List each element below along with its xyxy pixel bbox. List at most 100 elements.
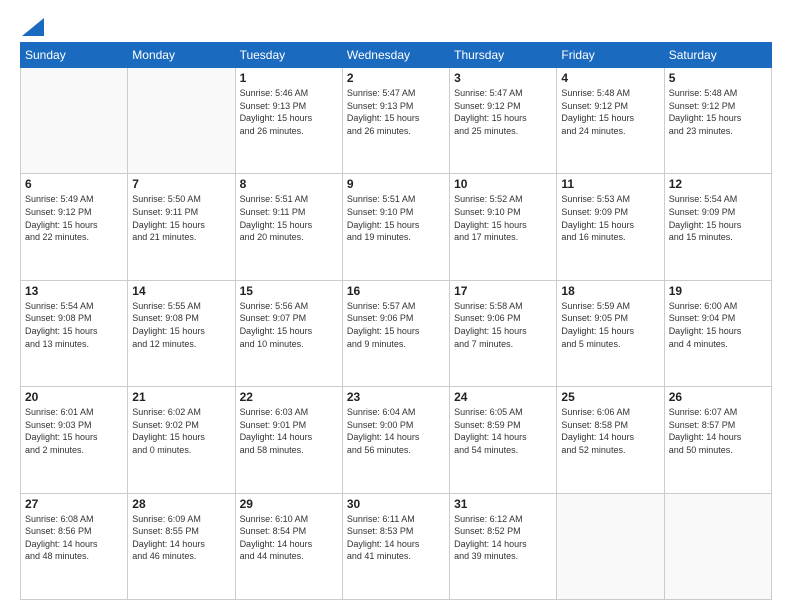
day-number: 3 (454, 71, 552, 85)
day-number: 8 (240, 177, 338, 191)
day-number: 28 (132, 497, 230, 511)
calendar-week-row: 1 Sunrise: 5:46 AM Sunset: 9:13 PM Daylig… (21, 68, 772, 174)
day-number: 10 (454, 177, 552, 191)
day-info: Sunrise: 5:52 AM Sunset: 9:10 PM Dayligh… (454, 193, 552, 243)
calendar-week-row: 6 Sunrise: 5:49 AM Sunset: 9:12 PM Daylig… (21, 174, 772, 280)
calendar-cell: 26 Sunrise: 6:07 AM Sunset: 8:57 PM Dayli… (664, 387, 771, 493)
day-info: Sunrise: 6:12 AM Sunset: 8:52 PM Dayligh… (454, 513, 552, 563)
day-info: Sunrise: 5:46 AM Sunset: 9:13 PM Dayligh… (240, 87, 338, 137)
day-info: Sunrise: 5:58 AM Sunset: 9:06 PM Dayligh… (454, 300, 552, 350)
day-info: Sunrise: 5:49 AM Sunset: 9:12 PM Dayligh… (25, 193, 123, 243)
calendar-cell: 7 Sunrise: 5:50 AM Sunset: 9:11 PM Daylig… (128, 174, 235, 280)
day-number: 4 (561, 71, 659, 85)
calendar-cell: 13 Sunrise: 5:54 AM Sunset: 9:08 PM Dayli… (21, 280, 128, 386)
header (20, 18, 772, 32)
calendar-cell: 17 Sunrise: 5:58 AM Sunset: 9:06 PM Dayli… (450, 280, 557, 386)
day-number: 29 (240, 497, 338, 511)
calendar-day-header: Saturday (664, 43, 771, 68)
day-number: 18 (561, 284, 659, 298)
day-number: 25 (561, 390, 659, 404)
day-info: Sunrise: 5:53 AM Sunset: 9:09 PM Dayligh… (561, 193, 659, 243)
calendar-day-header: Monday (128, 43, 235, 68)
calendar-cell (557, 493, 664, 599)
calendar-cell: 11 Sunrise: 5:53 AM Sunset: 9:09 PM Dayli… (557, 174, 664, 280)
calendar-cell (664, 493, 771, 599)
calendar-cell: 2 Sunrise: 5:47 AM Sunset: 9:13 PM Daylig… (342, 68, 449, 174)
calendar-cell: 30 Sunrise: 6:11 AM Sunset: 8:53 PM Dayli… (342, 493, 449, 599)
day-info: Sunrise: 5:47 AM Sunset: 9:12 PM Dayligh… (454, 87, 552, 137)
calendar-week-row: 20 Sunrise: 6:01 AM Sunset: 9:03 PM Dayli… (21, 387, 772, 493)
day-number: 26 (669, 390, 767, 404)
calendar-day-header: Tuesday (235, 43, 342, 68)
day-info: Sunrise: 6:11 AM Sunset: 8:53 PM Dayligh… (347, 513, 445, 563)
day-number: 24 (454, 390, 552, 404)
day-number: 16 (347, 284, 445, 298)
day-info: Sunrise: 5:54 AM Sunset: 9:08 PM Dayligh… (25, 300, 123, 350)
day-number: 12 (669, 177, 767, 191)
day-info: Sunrise: 5:51 AM Sunset: 9:11 PM Dayligh… (240, 193, 338, 243)
calendar-day-header: Thursday (450, 43, 557, 68)
day-number: 5 (669, 71, 767, 85)
day-info: Sunrise: 5:51 AM Sunset: 9:10 PM Dayligh… (347, 193, 445, 243)
day-number: 11 (561, 177, 659, 191)
day-info: Sunrise: 6:01 AM Sunset: 9:03 PM Dayligh… (25, 406, 123, 456)
calendar-cell: 28 Sunrise: 6:09 AM Sunset: 8:55 PM Dayli… (128, 493, 235, 599)
calendar-cell: 8 Sunrise: 5:51 AM Sunset: 9:11 PM Daylig… (235, 174, 342, 280)
calendar-cell: 18 Sunrise: 5:59 AM Sunset: 9:05 PM Dayli… (557, 280, 664, 386)
calendar-cell: 29 Sunrise: 6:10 AM Sunset: 8:54 PM Dayli… (235, 493, 342, 599)
day-number: 31 (454, 497, 552, 511)
calendar-cell: 1 Sunrise: 5:46 AM Sunset: 9:13 PM Daylig… (235, 68, 342, 174)
calendar-cell: 22Sunrise: 6:03 AM Sunset: 9:01 PM Dayli… (235, 387, 342, 493)
day-number: 15 (240, 284, 338, 298)
day-info: Sunrise: 6:06 AM Sunset: 8:58 PM Dayligh… (561, 406, 659, 456)
day-info: Sunrise: 5:56 AM Sunset: 9:07 PM Dayligh… (240, 300, 338, 350)
calendar-cell: 15 Sunrise: 5:56 AM Sunset: 9:07 PM Dayli… (235, 280, 342, 386)
day-info: Sunrise: 5:47 AM Sunset: 9:13 PM Dayligh… (347, 87, 445, 137)
calendar-week-row: 13 Sunrise: 5:54 AM Sunset: 9:08 PM Dayli… (21, 280, 772, 386)
day-info: Sunrise: 5:59 AM Sunset: 9:05 PM Dayligh… (561, 300, 659, 350)
calendar-cell: 14 Sunrise: 5:55 AM Sunset: 9:08 PM Dayli… (128, 280, 235, 386)
day-info: Sunrise: 6:09 AM Sunset: 8:55 PM Dayligh… (132, 513, 230, 563)
day-number: 23 (347, 390, 445, 404)
day-number: 27 (25, 497, 123, 511)
calendar-cell (128, 68, 235, 174)
day-number: 19 (669, 284, 767, 298)
day-info: Sunrise: 5:57 AM Sunset: 9:06 PM Dayligh… (347, 300, 445, 350)
logo-text (20, 18, 44, 36)
day-info: Sunrise: 5:48 AM Sunset: 9:12 PM Dayligh… (669, 87, 767, 137)
calendar-week-row: 27 Sunrise: 6:08 AM Sunset: 8:56 PM Dayli… (21, 493, 772, 599)
calendar-cell: 23Sunrise: 6:04 AM Sunset: 9:00 PM Dayli… (342, 387, 449, 493)
day-number: 20 (25, 390, 123, 404)
calendar-cell: 3 Sunrise: 5:47 AM Sunset: 9:12 PM Daylig… (450, 68, 557, 174)
calendar-cell: 19 Sunrise: 6:00 AM Sunset: 9:04 PM Dayli… (664, 280, 771, 386)
day-number: 17 (454, 284, 552, 298)
day-info: Sunrise: 5:50 AM Sunset: 9:11 PM Dayligh… (132, 193, 230, 243)
day-number: 30 (347, 497, 445, 511)
logo (20, 18, 44, 32)
calendar-day-header: Sunday (21, 43, 128, 68)
day-number: 6 (25, 177, 123, 191)
day-info: Sunrise: 6:10 AM Sunset: 8:54 PM Dayligh… (240, 513, 338, 563)
day-number: 22 (240, 390, 338, 404)
day-number: 13 (25, 284, 123, 298)
calendar-day-header: Friday (557, 43, 664, 68)
logo-icon (22, 18, 44, 36)
day-number: 21 (132, 390, 230, 404)
day-info: Sunrise: 6:08 AM Sunset: 8:56 PM Dayligh… (25, 513, 123, 563)
calendar-cell: 9Sunrise: 5:51 AM Sunset: 9:10 PM Daylig… (342, 174, 449, 280)
day-info: Sunrise: 6:07 AM Sunset: 8:57 PM Dayligh… (669, 406, 767, 456)
day-number: 14 (132, 284, 230, 298)
day-number: 2 (347, 71, 445, 85)
day-info: Sunrise: 6:00 AM Sunset: 9:04 PM Dayligh… (669, 300, 767, 350)
day-number: 1 (240, 71, 338, 85)
calendar-header-row: SundayMondayTuesdayWednesdayThursdayFrid… (21, 43, 772, 68)
day-number: 7 (132, 177, 230, 191)
calendar-cell (21, 68, 128, 174)
day-info: Sunrise: 5:48 AM Sunset: 9:12 PM Dayligh… (561, 87, 659, 137)
day-info: Sunrise: 5:55 AM Sunset: 9:08 PM Dayligh… (132, 300, 230, 350)
page: SundayMondayTuesdayWednesdayThursdayFrid… (0, 0, 792, 612)
calendar-cell: 10 Sunrise: 5:52 AM Sunset: 9:10 PM Dayli… (450, 174, 557, 280)
calendar-cell: 20 Sunrise: 6:01 AM Sunset: 9:03 PM Dayli… (21, 387, 128, 493)
day-info: Sunrise: 6:02 AM Sunset: 9:02 PM Dayligh… (132, 406, 230, 456)
calendar-cell: 31 Sunrise: 6:12 AM Sunset: 8:52 PM Dayli… (450, 493, 557, 599)
